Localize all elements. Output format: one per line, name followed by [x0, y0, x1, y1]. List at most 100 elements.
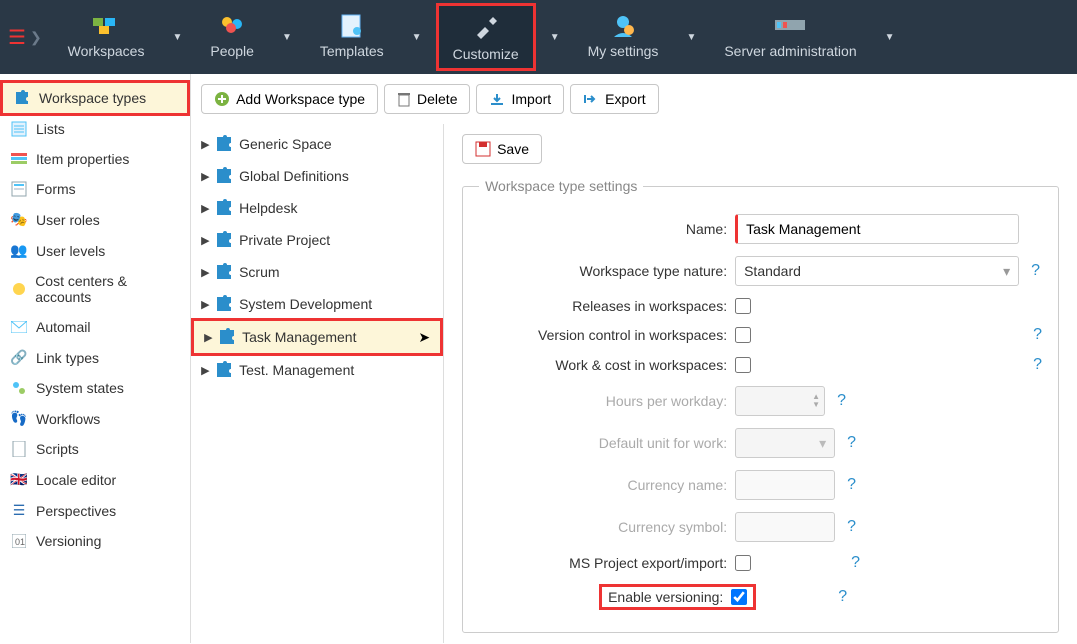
releases-label: Releases in workspaces: — [479, 298, 735, 314]
vcs-checkbox[interactable] — [735, 327, 751, 343]
help-icon[interactable]: ? — [1033, 326, 1042, 344]
chevron-down-icon[interactable]: ▼ — [402, 32, 432, 43]
caret-icon: ▶ — [201, 170, 209, 183]
chevron-down-icon[interactable]: ▼ — [540, 32, 570, 43]
import-button[interactable]: Import — [476, 84, 564, 114]
sidebar-item-lists[interactable]: Lists — [0, 114, 190, 144]
tree-item[interactable]: ▶Private Project — [191, 224, 443, 256]
help-icon[interactable]: ? — [838, 588, 847, 606]
save-button[interactable]: Save — [462, 134, 542, 164]
perspectives-icon: ☰ — [10, 502, 28, 519]
svg-text:01: 01 — [15, 537, 25, 547]
export-icon — [583, 92, 599, 106]
sidebar-item-automail[interactable]: Automail — [0, 312, 190, 342]
nature-select[interactable]: Standard▾ — [735, 256, 1019, 286]
help-icon[interactable]: ? — [1033, 356, 1042, 374]
sidebar-item-versioning[interactable]: 01 Versioning — [0, 526, 190, 556]
cursor-icon: ➤ — [418, 329, 430, 346]
nav-customize[interactable]: Customize — [436, 3, 536, 71]
chevron-down-icon[interactable]: ▼ — [875, 32, 905, 43]
sidebar-item-system-states[interactable]: System states — [0, 373, 190, 403]
caret-icon: ▶ — [201, 364, 209, 377]
nav-server-admin[interactable]: Server administration — [710, 3, 870, 71]
currency-symbol-input — [735, 512, 835, 542]
settings-legend: Workspace type settings — [479, 178, 643, 194]
currency-name-label: Currency name: — [479, 477, 735, 493]
tree-item[interactable]: ▶Helpdesk — [191, 192, 443, 224]
link-icon: 🔗 — [10, 349, 28, 366]
sidebar-item-user-levels[interactable]: 👥 User levels — [0, 235, 190, 266]
workspace-type-tree: ▶Generic Space ▶Global Definitions ▶Help… — [191, 124, 444, 643]
hours-spinner: ▲▼ — [735, 386, 825, 416]
states-icon — [10, 381, 28, 395]
sidebar-item-cost-centers[interactable]: Cost centers & accounts — [0, 266, 190, 312]
chevron-down-icon[interactable]: ▼ — [272, 32, 302, 43]
add-workspace-type-button[interactable]: Add Workspace type — [201, 84, 378, 114]
sidebar: Workspace types Lists Item properties Fo… — [0, 74, 191, 643]
list-icon — [10, 121, 28, 137]
workspaces-icon — [88, 11, 124, 41]
toolbar: Add Workspace type Delete Import Export — [191, 74, 1077, 124]
sidebar-item-workspace-types[interactable]: Workspace types — [0, 80, 190, 116]
export-button[interactable]: Export — [570, 84, 658, 114]
releases-checkbox[interactable] — [735, 298, 751, 314]
help-icon[interactable]: ? — [1031, 262, 1040, 280]
caret-icon: ▶ — [201, 298, 209, 311]
caret-icon: ▶ — [201, 234, 209, 247]
versioning-label: Enable versioning: — [608, 589, 723, 605]
tree-item[interactable]: ▶System Development — [191, 288, 443, 320]
nav-caret-icon: ❯ — [30, 29, 42, 46]
add-icon — [214, 91, 230, 107]
server-admin-icon — [772, 11, 808, 41]
nav-templates[interactable]: Templates — [306, 3, 398, 71]
sidebar-item-locale-editor[interactable]: 🇬🇧 Locale editor — [0, 464, 190, 495]
sidebar-item-workflows[interactable]: 👣 Workflows — [0, 403, 190, 434]
chevron-down-icon[interactable]: ▼ — [676, 32, 706, 43]
properties-icon — [10, 153, 28, 165]
customize-icon — [468, 14, 504, 44]
user-levels-icon: 👥 — [10, 242, 28, 259]
help-icon[interactable]: ? — [837, 392, 846, 410]
tree-item[interactable]: ▶Generic Space — [191, 128, 443, 160]
workspace-type-settings: Workspace type settings Name: Workspace … — [462, 178, 1059, 633]
help-icon[interactable]: ? — [847, 518, 856, 536]
locale-icon: 🇬🇧 — [10, 471, 28, 488]
workflows-icon: 👣 — [10, 410, 28, 427]
sidebar-item-forms[interactable]: Forms — [0, 174, 190, 204]
help-icon[interactable]: ? — [851, 554, 860, 572]
currency-symbol-label: Currency symbol: — [479, 519, 735, 535]
nav-mysettings[interactable]: My settings — [574, 3, 673, 71]
templates-icon — [334, 11, 370, 41]
sidebar-item-link-types[interactable]: 🔗 Link types — [0, 342, 190, 373]
sidebar-item-scripts[interactable]: Scripts — [0, 434, 190, 464]
menu-icon[interactable]: ☰ — [8, 25, 26, 50]
puzzle-icon — [13, 90, 31, 106]
versioning-checkbox[interactable] — [731, 589, 747, 605]
chevron-down-icon: ▾ — [1003, 263, 1010, 280]
nature-label: Workspace type nature: — [479, 263, 735, 279]
delete-button[interactable]: Delete — [384, 84, 470, 114]
sidebar-item-item-properties[interactable]: Item properties — [0, 144, 190, 174]
unit-select: ▾ — [735, 428, 835, 458]
sidebar-item-user-roles[interactable]: 🎭 User roles — [0, 204, 190, 235]
nav-people[interactable]: People — [196, 3, 268, 71]
msproject-label: MS Project export/import: — [479, 555, 735, 571]
name-input[interactable] — [735, 214, 1019, 244]
name-label: Name: — [479, 221, 735, 237]
workcost-checkbox[interactable] — [735, 357, 751, 373]
help-icon[interactable]: ? — [847, 434, 856, 452]
nav-workspaces[interactable]: Workspaces — [54, 3, 159, 71]
unit-label: Default unit for work: — [479, 435, 735, 451]
caret-icon: ▶ — [201, 202, 209, 215]
help-icon[interactable]: ? — [847, 476, 856, 494]
msproject-checkbox[interactable] — [735, 555, 751, 571]
currency-name-input — [735, 470, 835, 500]
scripts-icon — [10, 441, 28, 457]
chevron-down-icon[interactable]: ▼ — [162, 32, 192, 43]
automail-icon — [10, 321, 28, 333]
tree-item-selected[interactable]: ▶Task Management➤ — [191, 318, 443, 356]
tree-item[interactable]: ▶Global Definitions — [191, 160, 443, 192]
sidebar-item-perspectives[interactable]: ☰ Perspectives — [0, 495, 190, 526]
tree-item[interactable]: ▶Scrum — [191, 256, 443, 288]
tree-item[interactable]: ▶Test. Management — [191, 354, 443, 386]
